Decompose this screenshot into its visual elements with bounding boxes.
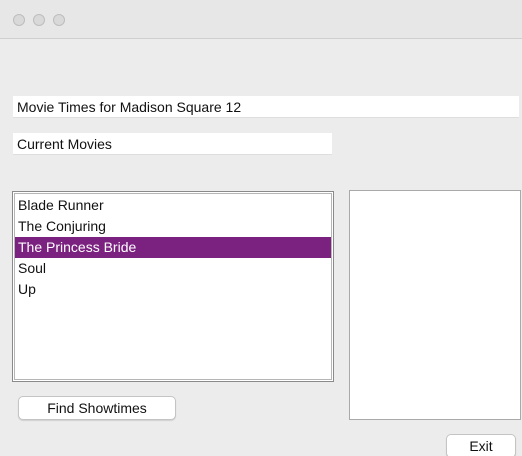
zoom-icon[interactable] — [53, 14, 65, 26]
theater-title-label: Movie Times for Madison Square 12 — [13, 96, 519, 118]
movie-list-item[interactable]: Blade Runner — [15, 195, 331, 216]
movie-list-item[interactable]: Up — [15, 279, 331, 300]
movie-list-item[interactable]: Soul — [15, 258, 331, 279]
movie-list-item[interactable]: The Princess Bride — [15, 237, 331, 258]
minimize-icon[interactable] — [33, 14, 45, 26]
close-icon[interactable] — [13, 14, 25, 26]
showtimes-list[interactable] — [349, 190, 521, 420]
window-titlebar — [0, 0, 522, 39]
find-showtimes-button[interactable]: Find Showtimes — [18, 396, 176, 420]
movie-list-item[interactable]: The Conjuring — [15, 216, 331, 237]
movie-list[interactable]: Blade Runner The Conjuring The Princess … — [12, 191, 334, 382]
exit-button[interactable]: Exit — [446, 434, 516, 456]
current-movies-label: Current Movies — [13, 133, 332, 155]
